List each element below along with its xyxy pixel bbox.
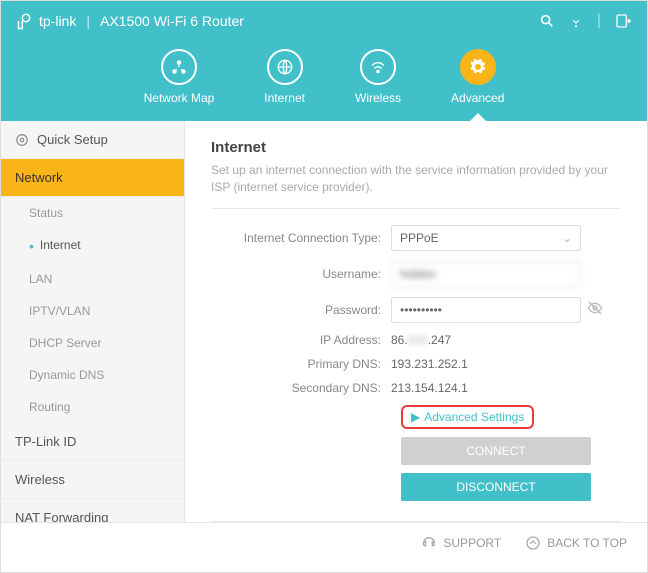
eye-off-icon[interactable] bbox=[587, 300, 603, 319]
search-icon[interactable] bbox=[539, 13, 555, 29]
tab-internet[interactable]: Internet bbox=[264, 49, 305, 105]
sidebar-sub-iptv[interactable]: IPTV/VLAN bbox=[1, 295, 184, 327]
brand-separator: | bbox=[86, 13, 90, 29]
tab-network-map[interactable]: Network Map bbox=[144, 49, 215, 105]
brand: tp-link | AX1500 Wi-Fi 6 Router bbox=[17, 12, 244, 30]
sidebar-item-quicksetup[interactable]: Quick Setup bbox=[1, 121, 184, 159]
ip-value: 86.000.247 bbox=[391, 333, 451, 347]
sidebar-item-nat[interactable]: NAT Forwarding bbox=[1, 499, 184, 522]
header-bar: tp-link | AX1500 Wi-Fi 6 Router | bbox=[1, 1, 647, 41]
conn-type-select[interactable]: PPPoE ⌄ bbox=[391, 225, 581, 251]
secondary-dns-label: Secondary DNS: bbox=[211, 381, 391, 395]
sidebar-sub-ddns[interactable]: Dynamic DNS bbox=[1, 359, 184, 391]
primary-dns-label: Primary DNS: bbox=[211, 357, 391, 371]
sidebar-sub-lan[interactable]: LAN bbox=[1, 263, 184, 295]
username-input[interactable] bbox=[391, 261, 581, 287]
advanced-settings-link[interactable]: ▶ Advanced Settings bbox=[401, 405, 534, 429]
main-panel: Internet Set up an internet connection w… bbox=[185, 121, 647, 522]
connect-button[interactable]: CONNECT bbox=[401, 437, 591, 465]
main-tabs: Network Map Internet Wireless Advanced bbox=[1, 41, 647, 121]
tab-wireless[interactable]: Wireless bbox=[355, 49, 401, 105]
ip-label: IP Address: bbox=[211, 333, 391, 347]
page-title: Internet bbox=[211, 139, 621, 156]
sidebar-sub-status[interactable]: Status bbox=[1, 197, 184, 229]
disconnect-button[interactable]: DISCONNECT bbox=[401, 473, 591, 501]
chevron-down-icon: ⌄ bbox=[562, 231, 572, 245]
header-divider: | bbox=[597, 12, 601, 30]
tplink-logo: tp-link bbox=[17, 12, 76, 30]
primary-dns-value: 193.231.252.1 bbox=[391, 357, 468, 371]
sidebar: Quick Setup Network Status Internet LAN … bbox=[1, 121, 185, 522]
password-label: Password: bbox=[211, 303, 391, 317]
support-button[interactable]: SUPPORT bbox=[421, 535, 501, 551]
download-icon[interactable] bbox=[569, 14, 583, 28]
sidebar-sub-internet[interactable]: Internet bbox=[1, 229, 184, 263]
username-label: Username: bbox=[211, 267, 391, 281]
secondary-dns-value: 213.154.124.1 bbox=[391, 381, 468, 395]
sidebar-sub-dhcp[interactable]: DHCP Server bbox=[1, 327, 184, 359]
back-to-top-button[interactable]: BACK TO TOP bbox=[525, 535, 627, 551]
sidebar-item-wireless[interactable]: Wireless bbox=[1, 461, 184, 499]
sidebar-item-tplinkid[interactable]: TP-Link ID bbox=[1, 423, 184, 461]
logout-icon[interactable] bbox=[615, 13, 631, 29]
model-name: AX1500 Wi-Fi 6 Router bbox=[100, 13, 244, 29]
conn-type-label: Internet Connection Type: bbox=[211, 231, 391, 245]
sidebar-item-network[interactable]: Network bbox=[1, 159, 184, 197]
footer: SUPPORT BACK TO TOP bbox=[1, 522, 647, 562]
play-icon: ▶ bbox=[411, 410, 420, 424]
password-input[interactable] bbox=[391, 297, 581, 323]
tab-advanced[interactable]: Advanced bbox=[451, 49, 504, 105]
page-desc: Set up an internet connection with the s… bbox=[211, 162, 621, 209]
sidebar-sub-routing[interactable]: Routing bbox=[1, 391, 184, 423]
